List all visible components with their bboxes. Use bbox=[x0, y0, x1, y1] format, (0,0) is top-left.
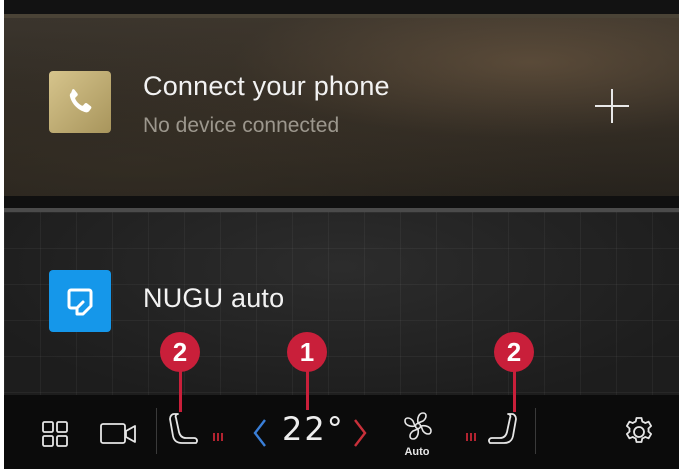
plus-icon bbox=[595, 89, 629, 123]
nugu-glyph bbox=[67, 288, 93, 316]
seat-heater-icon bbox=[488, 413, 517, 444]
settings-button[interactable] bbox=[622, 415, 656, 449]
temperature-down-button[interactable] bbox=[251, 416, 269, 450]
phone-card-subtitle: No device connected bbox=[143, 114, 340, 137]
right-seat-heat-level bbox=[466, 428, 478, 441]
phone-card-title: Connect your phone bbox=[143, 71, 390, 101]
camera-button[interactable] bbox=[99, 420, 139, 448]
callout-left-seat-line bbox=[179, 370, 182, 412]
add-phone-button[interactable] bbox=[592, 86, 632, 126]
settings-gear-icon bbox=[626, 417, 652, 443]
app-grid-button[interactable] bbox=[40, 419, 70, 449]
bar-divider-right bbox=[535, 408, 536, 454]
callout-temperature: 1 bbox=[287, 332, 327, 372]
center-display: Connect your phone No device connected N… bbox=[4, 0, 679, 469]
fan-auto-button[interactable] bbox=[402, 410, 434, 444]
callout-temperature-line bbox=[306, 370, 309, 410]
chevron-left-icon bbox=[253, 419, 266, 447]
left-seat-heat-level bbox=[213, 428, 225, 441]
app-grid-icon bbox=[42, 421, 68, 447]
right-seat-heater-button[interactable] bbox=[484, 410, 518, 452]
temperature-up-button[interactable] bbox=[351, 416, 369, 450]
bar-divider-left bbox=[156, 408, 157, 454]
callout-left-seat: 2 bbox=[160, 332, 200, 372]
fan-auto-label: Auto bbox=[404, 446, 430, 458]
camera-icon bbox=[100, 423, 136, 444]
fan-icon bbox=[404, 412, 432, 440]
left-seat-heater-button[interactable] bbox=[168, 410, 202, 452]
nugu-chat-icon[interactable] bbox=[49, 270, 111, 332]
chevron-right-icon bbox=[354, 419, 367, 447]
phone-icon[interactable] bbox=[49, 71, 111, 133]
callout-right-seat: 2 bbox=[494, 332, 534, 372]
seat-heater-icon bbox=[169, 413, 198, 444]
callout-right-seat-line bbox=[513, 370, 516, 412]
temperature-display[interactable]: 22° bbox=[282, 410, 345, 448]
nugu-card-title: NUGU auto bbox=[143, 283, 285, 313]
phone-handset-glyph bbox=[69, 89, 92, 113]
